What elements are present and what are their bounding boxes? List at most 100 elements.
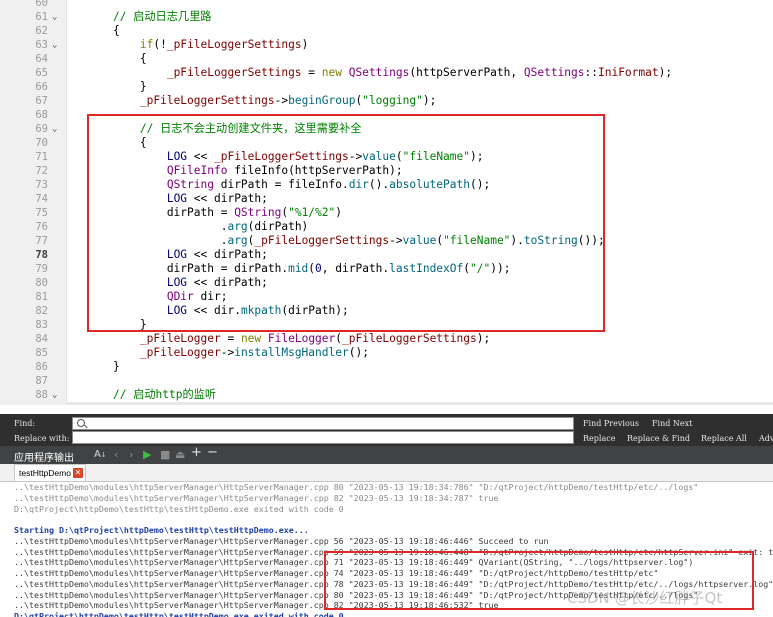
line-number: 75 bbox=[35, 207, 48, 219]
code-token: if bbox=[139, 38, 154, 51]
font-size-icon[interactable]: A↓ bbox=[94, 449, 107, 461]
output-line: D:\qtProject\httpDemo\testHttp\testHttpD… bbox=[14, 503, 344, 514]
code-line[interactable]: 66 } bbox=[0, 80, 773, 94]
prev-arrow-icon[interactable]: ‹ bbox=[114, 449, 118, 461]
zoom-in-icon[interactable]: + bbox=[191, 446, 202, 459]
code-line[interactable]: 63 ⌄ if(!_pFileLoggerSettings) bbox=[0, 38, 773, 52]
find-replace-bar: Find: Replace with: Find Previous Find N… bbox=[0, 414, 773, 446]
code-line[interactable]: 62 { bbox=[0, 24, 773, 38]
line-number: 78 bbox=[35, 249, 48, 261]
code-text: } bbox=[86, 80, 147, 94]
output-line: Starting D:\qtProject\httpDemo\testHttp\… bbox=[14, 525, 309, 535]
line-number: 60 bbox=[35, 0, 48, 9]
line-number: 66 bbox=[35, 81, 48, 93]
line-number: 88 bbox=[35, 389, 48, 401]
code-line[interactable]: 87 bbox=[0, 374, 773, 388]
code-token: (httpServerPath, bbox=[409, 66, 524, 79]
code-line[interactable]: 61 ⌄ // 启动日志几里路 bbox=[0, 10, 773, 24]
line-number: 77 bbox=[35, 235, 48, 247]
code-token: ); bbox=[658, 66, 673, 79]
zoom-out-icon[interactable]: − bbox=[207, 446, 218, 459]
code-text: // 启动http的监听 bbox=[86, 388, 216, 402]
code-text: { bbox=[86, 24, 120, 38]
code-token: FileLogger bbox=[267, 332, 336, 345]
code-line[interactable]: 65 _pFileLoggerSettings = new QSettings(… bbox=[0, 66, 773, 80]
output-pane-title: 应用程序输出 bbox=[14, 453, 74, 464]
code-token: { bbox=[86, 24, 120, 37]
code-token: new bbox=[321, 66, 342, 79]
code-line[interactable]: 86 } bbox=[0, 360, 773, 374]
output-line: ..\testHttpDemo\modules\httpServerManage… bbox=[14, 535, 549, 546]
code-token: (); bbox=[348, 346, 369, 359]
line-number: 82 bbox=[35, 305, 48, 317]
replace-button[interactable]: Replace bbox=[583, 434, 615, 443]
fold-chevron-icon[interactable]: ⌄ bbox=[52, 10, 62, 24]
fold-chevron-icon[interactable]: ⌄ bbox=[52, 38, 62, 52]
fold-chevron-icon[interactable]: ⌄ bbox=[52, 388, 62, 402]
line-number: 71 bbox=[35, 151, 48, 163]
replace-and-find-button[interactable]: Replace & Find bbox=[627, 434, 690, 443]
line-number: 76 bbox=[35, 221, 48, 233]
code-line[interactable]: 88 ⌄ // 启动http的监听 bbox=[0, 388, 773, 402]
code-token: ( bbox=[335, 332, 343, 345]
find-next-button[interactable]: Find Next bbox=[652, 419, 692, 428]
line-number: 86 bbox=[35, 361, 48, 373]
code-token: } bbox=[86, 360, 120, 373]
output-line: ..\testHttpDemo\modules\httpServerManage… bbox=[14, 492, 499, 503]
code-editor[interactable]: 60 61 ⌄ // 启动日志几里路 62 {63 ⌄ if(!_pFileLogger… bbox=[0, 0, 773, 405]
code-token: = bbox=[220, 332, 241, 345]
code-token: ); bbox=[422, 94, 437, 107]
code-line[interactable]: 67 _pFileLoggerSettings->beginGroup("log… bbox=[0, 94, 773, 108]
code-token: -> bbox=[274, 94, 289, 107]
code-token: -> bbox=[220, 346, 235, 359]
attach-icon[interactable]: ⏏ bbox=[175, 449, 185, 461]
close-icon[interactable]: ✕ bbox=[73, 468, 83, 478]
line-number: 87 bbox=[35, 375, 48, 387]
code-token: QSettings bbox=[348, 66, 410, 79]
line-number: 65 bbox=[35, 67, 48, 79]
code-line[interactable]: 64 { bbox=[0, 52, 773, 66]
code-token: installMsgHandler bbox=[234, 346, 349, 359]
code-token: // 启动http的监听 bbox=[112, 388, 217, 401]
fold-chevron-icon[interactable]: ⌄ bbox=[52, 122, 62, 136]
code-text: { bbox=[86, 52, 147, 66]
code-line[interactable]: 60 bbox=[0, 0, 773, 10]
code-token: _pFileLoggerSettings bbox=[139, 94, 275, 107]
code-token: _pFileLoggerSettings bbox=[342, 332, 477, 345]
replace-label: Replace with: bbox=[14, 434, 70, 443]
code-token: = bbox=[301, 66, 322, 79]
code-line[interactable]: 85 _pFileLogger->installMsgHandler(); bbox=[0, 346, 773, 360]
line-number: 79 bbox=[35, 263, 48, 275]
code-token: _pFileLogger bbox=[139, 332, 221, 345]
tab-testhttpdemo[interactable]: testHttpDemo ✕ bbox=[14, 464, 86, 481]
find-input[interactable] bbox=[72, 417, 574, 430]
code-text: // 启动日志几里路 bbox=[86, 10, 212, 24]
editor-horizontal-scrollbar[interactable] bbox=[66, 402, 773, 405]
code-text: if(!_pFileLoggerSettings) bbox=[86, 38, 308, 52]
run-icon[interactable]: ▶ bbox=[143, 449, 151, 461]
code-line[interactable]: 84 _pFileLogger = new FileLogger(_pFileL… bbox=[0, 332, 773, 346]
line-number: 81 bbox=[35, 291, 48, 303]
find-previous-button[interactable]: Find Previous bbox=[583, 419, 639, 428]
search-icon[interactable] bbox=[77, 419, 85, 427]
code-token: _pFileLoggerSettings bbox=[166, 38, 302, 51]
line-number: 69 bbox=[35, 123, 48, 135]
code-text: _pFileLoggerSettings = new QSettings(htt… bbox=[86, 66, 672, 80]
code-token: } bbox=[86, 80, 147, 93]
line-number: 73 bbox=[35, 179, 48, 191]
next-arrow-icon[interactable]: › bbox=[129, 449, 133, 461]
replace-all-button[interactable]: Replace All bbox=[701, 434, 747, 443]
code-token: ); bbox=[476, 332, 491, 345]
code-token: QSettings bbox=[523, 66, 585, 79]
stop-icon[interactable]: ■ bbox=[160, 449, 170, 461]
output-pane-toolbar: 应用程序输出 A↓ ‹ › ▶ ■ ⏏ + − bbox=[0, 446, 773, 464]
advanced-button[interactable]: Adv bbox=[759, 434, 773, 443]
replace-input[interactable] bbox=[72, 431, 574, 444]
line-number: 72 bbox=[35, 165, 48, 177]
